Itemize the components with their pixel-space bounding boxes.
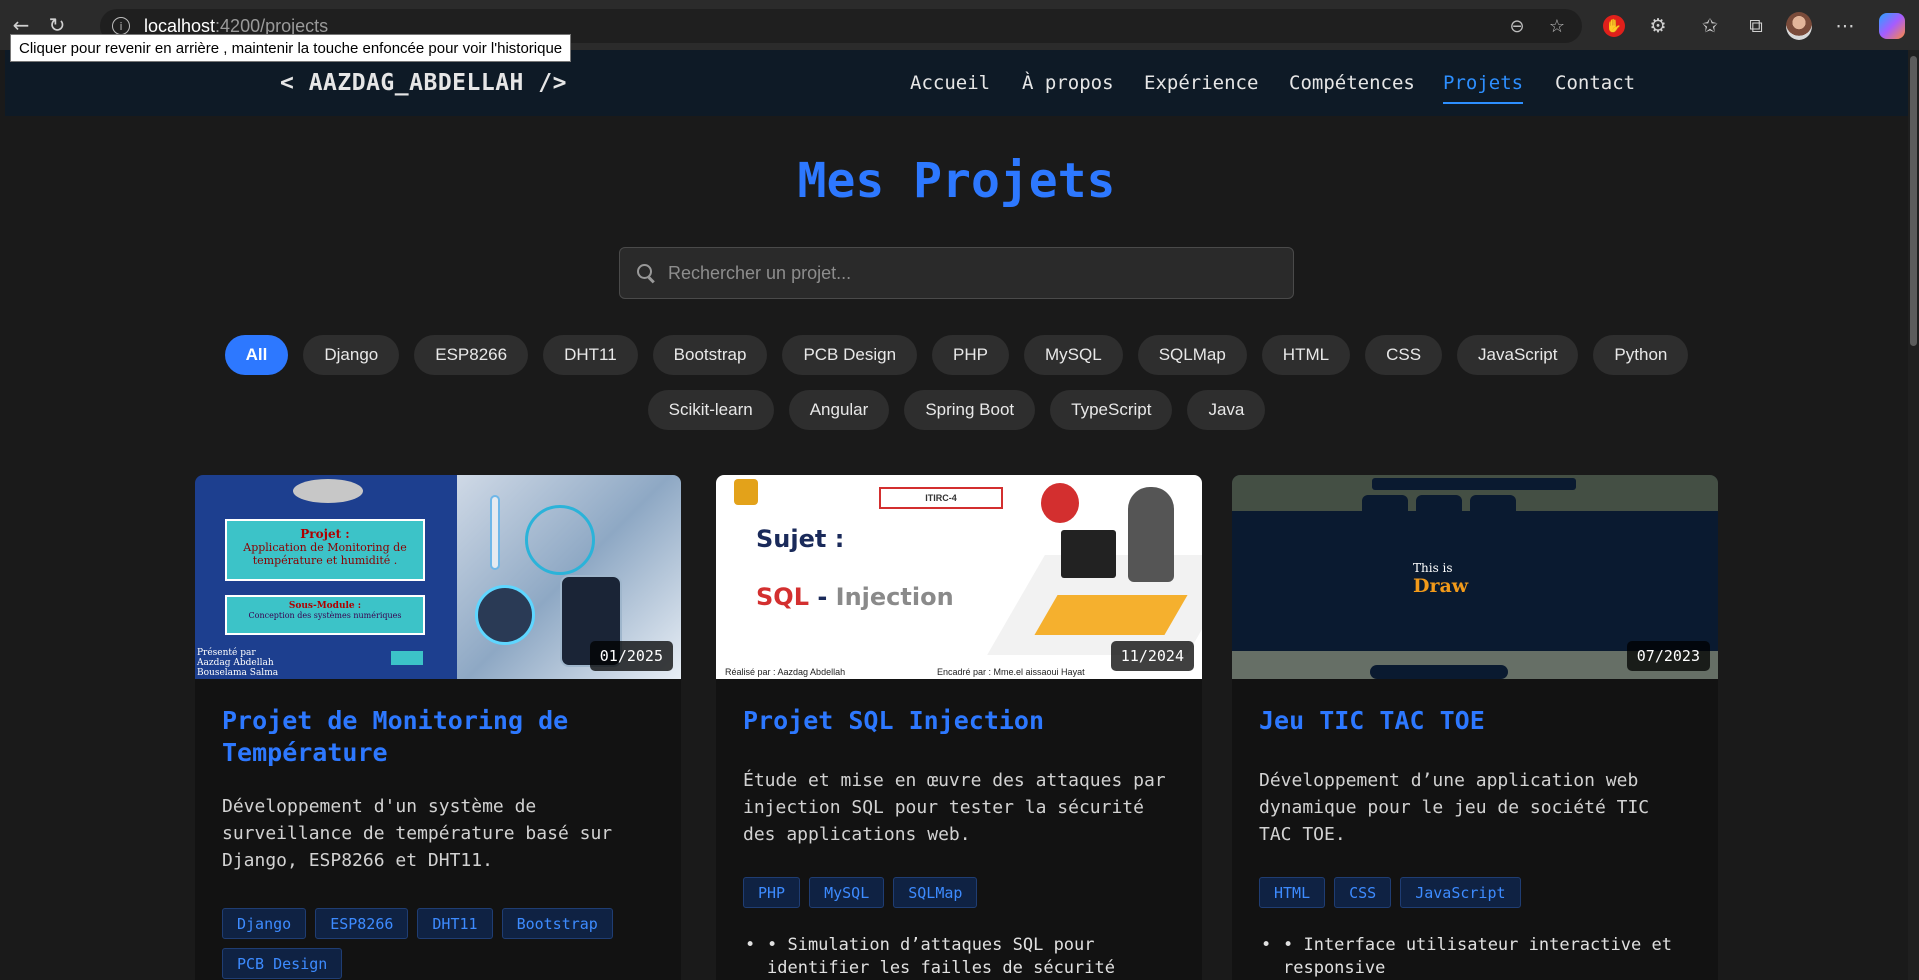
project-card[interactable]: Projet : Application de Monitoring de te…: [195, 475, 681, 980]
filter-chip-mysql[interactable]: MySQL: [1024, 335, 1123, 375]
filter-chip-django[interactable]: Django: [303, 335, 400, 375]
filter-chip-java[interactable]: Java: [1187, 390, 1266, 430]
page-scrollbar[interactable]: [1908, 50, 1919, 980]
filter-chips-row-1: All Django ESP8266 DHT11 Bootstrap PCB D…: [5, 335, 1908, 375]
filter-chip-html[interactable]: HTML: [1261, 335, 1351, 375]
feature-item: • Interface utilisateur interactive et r…: [1259, 934, 1699, 980]
favorites-icon[interactable]: ✩: [1697, 13, 1723, 39]
filter-chip-angular[interactable]: Angular: [788, 390, 890, 430]
date-badge: 11/2024: [1110, 641, 1194, 671]
filter-chip-javascript[interactable]: JavaScript: [1457, 335, 1579, 375]
filter-chip-css[interactable]: CSS: [1365, 335, 1443, 375]
tag: CSS: [1334, 877, 1392, 908]
site-info-icon[interactable]: i: [112, 17, 130, 35]
filter-chip-typescript[interactable]: TypeScript: [1050, 390, 1173, 430]
search-icon: [636, 263, 656, 283]
feature-item: • Simulation d’attaques SQL pour identif…: [743, 934, 1183, 980]
nav-projets[interactable]: Projets: [1443, 72, 1524, 104]
tag: Django: [222, 908, 307, 939]
nav-contact[interactable]: Contact: [1555, 72, 1635, 94]
filter-chip-esp8266[interactable]: ESP8266: [414, 335, 529, 375]
project-tags: Django ESP8266 DHT11 Bootstrap PCB Desig…: [222, 908, 652, 979]
filter-chip-scikit-learn[interactable]: Scikit-learn: [647, 390, 774, 430]
project-description: Développement d’une application web dyna…: [1259, 770, 1650, 845]
project-features: • Simulation d’attaques SQL pour identif…: [743, 934, 1183, 980]
filter-chip-all[interactable]: All: [224, 335, 289, 375]
more-menu-icon[interactable]: ⋯: [1832, 13, 1858, 39]
filter-chip-pcb-design[interactable]: PCB Design: [782, 335, 918, 375]
zoom-out-icon[interactable]: ⊖: [1506, 15, 1528, 37]
project-card[interactable]: This is Draw 07/2023 Jeu TIC TAC TOE Dév…: [1232, 475, 1718, 980]
filter-chip-spring-boot[interactable]: Spring Boot: [904, 390, 1036, 430]
filter-chips-row-2: Scikit-learn Angular Spring Boot TypeScr…: [5, 390, 1908, 430]
project-title[interactable]: Jeu TIC TAC TOE: [1259, 705, 1699, 737]
nav-experience[interactable]: Expérience: [1144, 72, 1258, 94]
extension-block-icon[interactable]: ✋: [1601, 13, 1627, 39]
collections-icon[interactable]: ⧉: [1743, 13, 1769, 39]
computer-icon: [1061, 530, 1116, 578]
page-title: Mes Projets: [797, 153, 1116, 209]
project-title[interactable]: Projet de Monitoring de Température: [222, 705, 662, 769]
tag: ESP8266: [315, 908, 409, 939]
nav-competences[interactable]: Compétences: [1289, 72, 1415, 94]
filter-chip-sqlmap[interactable]: SQLMap: [1137, 335, 1247, 375]
thermometer-icon: [490, 495, 500, 570]
date-badge: 01/2025: [589, 641, 673, 671]
filter-chip-python[interactable]: Python: [1593, 335, 1689, 375]
nav-accueil[interactable]: Accueil: [910, 72, 990, 94]
project-description: Développement d'un système de surveillan…: [222, 796, 613, 871]
project-card[interactable]: ITIRC-4 Sujet : SQL - Injection Réalisé …: [716, 475, 1202, 980]
tag: JavaScript: [1400, 877, 1521, 908]
project-description: Étude et mise en œuvre des attaques par …: [743, 770, 1166, 845]
back-button-tooltip: Cliquer pour revenir en arrière , mainte…: [10, 34, 572, 62]
project-thumbnail: Projet : Application de Monitoring de te…: [195, 475, 681, 679]
project-tags: PHP MySQL SQLMap: [743, 877, 1173, 908]
project-title[interactable]: Projet SQL Injection: [743, 705, 1183, 737]
page-viewport: < AAZDAG_ABDELLAH /> Accueil À propos Ex…: [5, 50, 1908, 980]
filter-chip-php[interactable]: PHP: [932, 335, 1010, 375]
tag: PHP: [743, 877, 801, 908]
filter-chip-dht11[interactable]: DHT11: [543, 335, 638, 375]
filter-chip-bootstrap[interactable]: Bootstrap: [652, 335, 768, 375]
tag: SQLMap: [893, 877, 978, 908]
tag: MySQL: [809, 877, 885, 908]
tag: PCB Design: [222, 948, 343, 979]
date-badge: 07/2023: [1626, 641, 1710, 671]
tag: DHT11: [417, 908, 493, 939]
project-tags: HTML CSS JavaScript: [1259, 877, 1689, 908]
project-thumbnail: ITIRC-4 Sujet : SQL - Injection Réalisé …: [716, 475, 1202, 679]
nav-a-propos[interactable]: À propos: [1022, 72, 1114, 94]
tag: HTML: [1259, 877, 1326, 908]
class-label: ITIRC-4: [879, 487, 1003, 509]
tag: Bootstrap: [501, 908, 613, 939]
search-input[interactable]: [668, 262, 1293, 284]
copilot-icon[interactable]: [1879, 13, 1905, 39]
profile-avatar[interactable]: [1786, 12, 1812, 40]
desk-illustration: [1034, 595, 1188, 635]
brand-logo[interactable]: < AAZDAG_ABDELLAH />: [280, 70, 567, 96]
lock-icon: [734, 479, 758, 505]
favorite-star-icon[interactable]: ☆: [1546, 15, 1568, 37]
university-logo: [293, 479, 363, 503]
project-search[interactable]: [619, 247, 1294, 299]
project-features: • Interface utilisateur interactive et r…: [1259, 934, 1699, 980]
project-thumbnail: This is Draw 07/2023: [1232, 475, 1718, 679]
hacker-figure: [1128, 487, 1174, 582]
extensions-puzzle-icon[interactable]: ⚙: [1645, 13, 1671, 39]
